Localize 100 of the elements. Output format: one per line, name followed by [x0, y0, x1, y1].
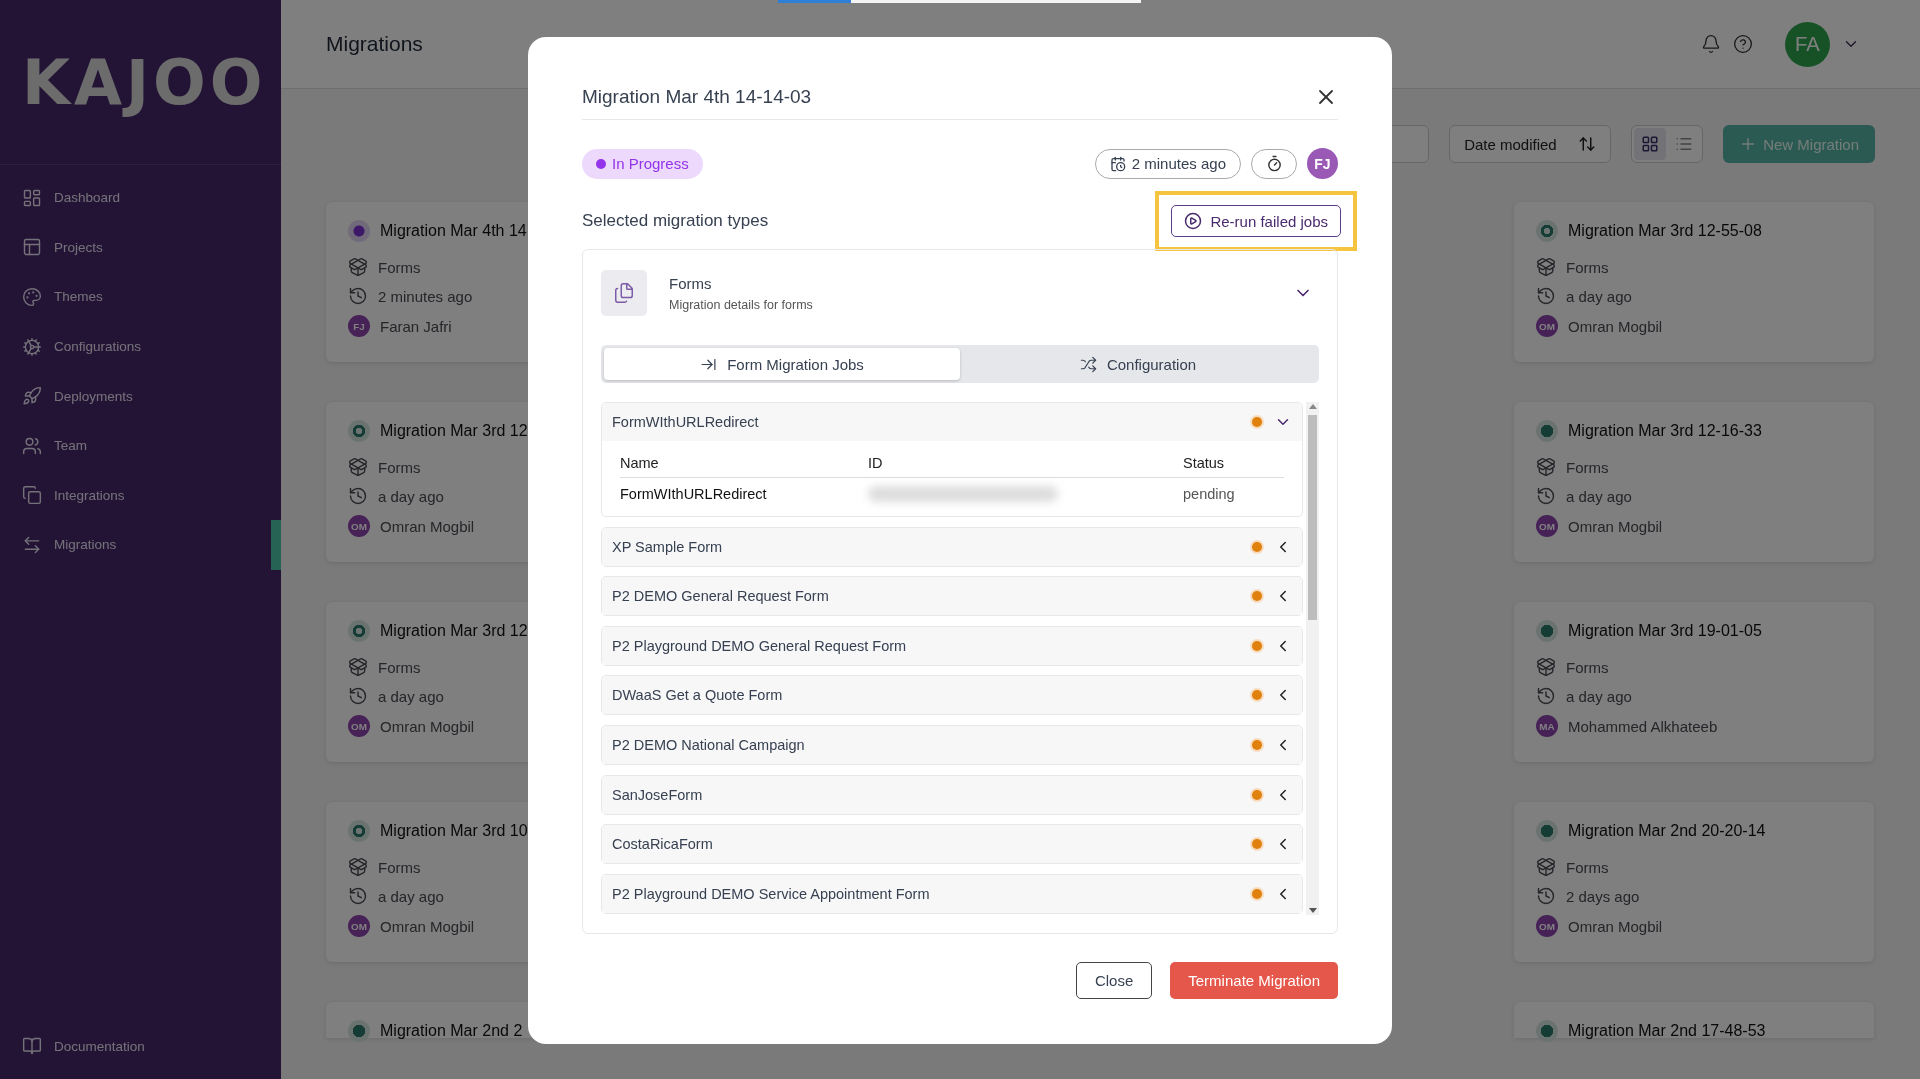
history-icon — [348, 886, 368, 906]
grid-icon — [1641, 135, 1660, 153]
history-icon — [348, 686, 368, 706]
timer-button[interactable] — [1251, 148, 1297, 179]
close-dialog-button[interactable]: Close — [1075, 962, 1153, 999]
status-badge: In Progress — [582, 148, 703, 179]
time-ago: a day ago — [378, 887, 444, 905]
box-icon — [1536, 657, 1556, 677]
tab[interactable]: Form Migration Jobs — [604, 348, 960, 380]
time-ago: a day ago — [378, 687, 444, 705]
sidebar-label: Documentation — [54, 1038, 145, 1054]
sort-icon — [1578, 135, 1597, 153]
card-title: Migration Mar 3rd 12-16-33 — [1568, 422, 1762, 440]
time-ago: 2 days ago — [1566, 887, 1640, 905]
job-header[interactable]: XP Sample Form — [602, 527, 1302, 566]
migration-card[interactable]: Migration Mar 3rd 19-01-05 Forms a day ago MA Mohammed Alkhateeb — [1514, 602, 1874, 762]
history-icon — [1536, 286, 1556, 306]
migration-type: Forms — [1566, 658, 1609, 676]
sidebar-label: Themes — [54, 289, 103, 305]
job-header[interactable]: P2 Playground DEMO General Request Form — [602, 626, 1302, 665]
migration-type: Forms — [378, 458, 421, 476]
terminate-migration-button[interactable]: Terminate Migration — [1170, 962, 1338, 999]
pending-dot — [1252, 541, 1262, 552]
sidebar-item[interactable]: Migrations — [0, 520, 281, 570]
author-avatar: OM — [1536, 515, 1558, 537]
author-name: Omran Mogbil — [380, 517, 475, 535]
author-name: Omran Mogbil — [1568, 317, 1663, 335]
author-avatar: MA — [1536, 715, 1558, 737]
pending-dot — [1252, 888, 1262, 899]
box-icon — [348, 657, 368, 677]
sidebar-item[interactable]: Documentation — [0, 1021, 281, 1071]
rerun-failed-jobs-button[interactable]: Re-run failed jobs — [1171, 205, 1341, 237]
sidebar-label: Configurations — [54, 339, 142, 355]
sidebar-label: Integrations — [54, 487, 125, 503]
card-title: Migration Mar 3rd 19-01-05 — [1568, 622, 1762, 640]
card-title: Migration Mar 3rd 12 — [380, 422, 528, 440]
pending-dot — [1252, 417, 1262, 427]
copy-icon — [22, 485, 42, 506]
sidebar-label: Dashboard — [54, 190, 121, 206]
author-name: Faran Jafri — [380, 317, 452, 335]
author-avatar: OM — [348, 915, 370, 937]
job-header[interactable]: CostaRicaForm — [602, 825, 1302, 864]
card-title: Migration Mar 2nd 20-20-14 — [1568, 822, 1766, 840]
job-header[interactable]: P2 DEMO General Request Form — [602, 577, 1302, 616]
list-icon — [1675, 135, 1694, 153]
status-cell-text: pending — [1183, 485, 1236, 504]
sidebar-item[interactable]: Integrations — [0, 470, 281, 521]
migration-type: Forms — [378, 658, 421, 676]
time-ago: 2 minutes ago — [378, 287, 473, 305]
owner-avatar: FJ — [1307, 148, 1338, 179]
tab[interactable]: Configuration — [960, 348, 1316, 380]
history-icon — [348, 286, 368, 306]
sidebar-item[interactable]: Themes — [0, 272, 281, 322]
pending-dot — [1252, 690, 1262, 701]
notifications-button[interactable] — [1701, 34, 1721, 54]
job-name: P2 DEMO General Request Form — [612, 588, 830, 605]
calendar-clock-icon — [1109, 155, 1126, 172]
sidebar-item[interactable]: Configurations — [0, 321, 281, 372]
job-header[interactable]: SanJoseForm — [602, 775, 1302, 814]
card-title: Migration Mar 3rd 12 — [380, 622, 528, 640]
card-title: Migration Mar 3rd 12-55-08 — [1568, 222, 1762, 240]
time-ago: a day ago — [1566, 487, 1632, 505]
author-avatar: OM — [348, 515, 370, 537]
page-title: Migrations — [326, 32, 424, 56]
migration-card[interactable]: Migration Mar 3rd 12-16-33 Forms a day ago OM Omran Mogbil — [1514, 402, 1874, 562]
time-ago: a day ago — [1566, 287, 1632, 305]
sidebar-item[interactable]: Team — [0, 420, 281, 471]
gear-icon — [22, 336, 42, 357]
card-title: Migration Mar 4th 14 — [380, 222, 527, 240]
grid-view-button[interactable] — [1634, 128, 1667, 160]
box-icon — [348, 457, 368, 477]
job-header[interactable]: P2 Playground DEMO Service Appointment Form — [602, 874, 1302, 913]
dashboard-icon — [22, 187, 42, 208]
job-name: SanJoseForm — [612, 786, 704, 803]
help-button[interactable] — [1733, 34, 1753, 54]
migration-card[interactable]: Migration Mar 3rd 12-55-08 Forms a day ago OM Omran Mogbil — [1514, 202, 1874, 362]
scrollbar[interactable] — [1306, 402, 1319, 915]
sidebar-item[interactable]: Deployments — [0, 371, 281, 421]
history-icon — [1536, 886, 1556, 906]
migration-type: Forms — [1566, 258, 1609, 276]
sidebar-label: Projects — [54, 239, 103, 255]
sort-dropdown[interactable]: Date modified — [1449, 125, 1612, 163]
shuffle-icon — [1079, 355, 1097, 373]
job-header[interactable]: FormWIthURLRedirect — [602, 403, 1302, 441]
migration-type: Forms — [378, 858, 421, 876]
box-icon — [1536, 257, 1556, 277]
card-title: Migration Mar 2nd 17-48-53 — [1568, 1022, 1766, 1040]
sidebar-label: Migrations — [54, 537, 117, 553]
sidebar-item[interactable]: Projects — [0, 222, 281, 273]
sidebar-label: Deployments — [54, 388, 133, 404]
author-avatar: OM — [348, 715, 370, 737]
box-icon — [1536, 857, 1556, 877]
box-icon — [348, 857, 368, 877]
palette-icon — [22, 287, 42, 307]
job-header[interactable]: P2 DEMO National Campaign — [602, 725, 1302, 764]
author-avatar: OM — [1536, 915, 1558, 937]
sidebar-item[interactable]: Dashboard — [0, 173, 281, 223]
migration-card[interactable]: Migration Mar 2nd 20-20-14 Forms 2 days ago OM Omran Mogbil — [1514, 802, 1874, 962]
job-header[interactable]: DWaaS Get a Quote Form — [602, 676, 1302, 715]
users-icon — [22, 435, 42, 456]
